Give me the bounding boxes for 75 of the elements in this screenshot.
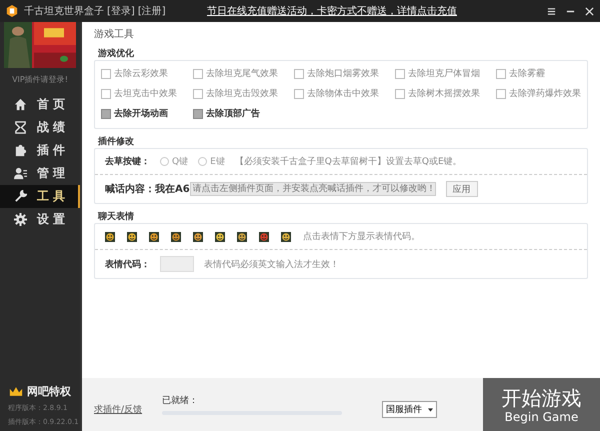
group-title: 游戏优化 bbox=[98, 49, 134, 59]
checkbox[interactable] bbox=[294, 68, 304, 78]
shout-prefix: 我在A6 bbox=[155, 182, 190, 196]
checkbox[interactable] bbox=[101, 108, 111, 118]
apply-button[interactable]: 应用 bbox=[446, 181, 478, 197]
caret-icon bbox=[428, 408, 434, 412]
puzzle-icon bbox=[14, 144, 27, 157]
nav-item[interactable]: 工 具 bbox=[0, 185, 80, 208]
grass-note: 【必须安装千古盒子里Q去草留树干】设置去草Q或E键。 bbox=[234, 156, 462, 168]
checkbox-option[interactable]: 去除物体击中效果 bbox=[294, 87, 379, 100]
shout-label: 喊话内容： bbox=[105, 182, 155, 196]
emoticon-icon[interactable] bbox=[127, 232, 137, 242]
emoticon-icon[interactable] bbox=[171, 232, 181, 242]
status-label: 已就绪： bbox=[162, 394, 200, 407]
menu-icon[interactable] bbox=[547, 6, 556, 16]
gear-icon bbox=[14, 213, 27, 226]
emoticon-icon[interactable] bbox=[215, 232, 225, 242]
emote-code-label: 表情代码： bbox=[105, 258, 150, 270]
vip-login-hint: VIP插件请登录! bbox=[12, 74, 68, 85]
group-title: 插件修改 bbox=[98, 137, 134, 147]
checkbox[interactable] bbox=[101, 88, 111, 98]
nav-item[interactable]: 战 绩 bbox=[0, 116, 80, 139]
radio-button[interactable] bbox=[160, 157, 169, 166]
emote-code-hint: 表情代码必须英文输入法才生效！ bbox=[204, 258, 339, 270]
checkbox-option[interactable]: 去除开场动画 bbox=[101, 107, 177, 120]
grass-key-label: 去草按键： bbox=[105, 155, 150, 168]
emoticon-icon[interactable] bbox=[237, 232, 247, 242]
checkbox-option[interactable]: 去除弹药爆炸效果 bbox=[496, 87, 581, 100]
emoticon-icon[interactable] bbox=[193, 232, 203, 242]
checkbox[interactable] bbox=[193, 88, 203, 98]
hourglass-icon bbox=[14, 121, 27, 134]
checkbox-option[interactable]: 去除云彩效果 bbox=[101, 67, 177, 80]
checkbox-option[interactable]: 去除顶部广告 bbox=[193, 107, 278, 120]
page-title: 游戏工具 bbox=[94, 28, 135, 41]
checkbox[interactable] bbox=[395, 68, 405, 78]
checkbox[interactable] bbox=[193, 108, 203, 118]
checkbox-option[interactable]: 去除坦克击毁效果 bbox=[193, 87, 278, 100]
emoticon-icon[interactable] bbox=[259, 232, 269, 242]
nav-item[interactable]: 首 页 bbox=[0, 93, 80, 116]
emote-code-field[interactable] bbox=[160, 256, 194, 272]
checkbox[interactable] bbox=[395, 88, 405, 98]
nav-item[interactable]: 插 件 bbox=[0, 139, 80, 162]
checkbox-option[interactable]: 去除树木摇摆效果 bbox=[395, 87, 480, 100]
checkbox-option[interactable]: 去除雾霾 bbox=[496, 67, 581, 80]
begin-game-button[interactable]: 开始游戏 Begin Game bbox=[483, 378, 600, 431]
checkbox[interactable] bbox=[496, 88, 506, 98]
crown-icon bbox=[9, 386, 23, 397]
checkbox-option[interactable]: 去除炮口烟雾效果 bbox=[294, 67, 379, 80]
checkbox-option[interactable]: 去坦克击中效果 bbox=[101, 87, 177, 100]
home-icon bbox=[14, 98, 27, 111]
emoticon-icon[interactable] bbox=[105, 232, 115, 242]
notice-link[interactable]: 节日在线充值赠送活动，卡密方式不赠送，详情点击充值 bbox=[207, 4, 457, 18]
checkbox[interactable] bbox=[294, 88, 304, 98]
checkbox-option[interactable]: 去除坦克尸体冒烟 bbox=[395, 67, 480, 80]
nav-item[interactable]: 管 理 bbox=[0, 162, 80, 185]
group-title: 聊天表情 bbox=[98, 212, 134, 222]
nav-item[interactable]: 设 置 bbox=[0, 208, 80, 231]
emoticon-icon[interactable] bbox=[281, 232, 291, 242]
vip-label[interactable]: 网吧特权 bbox=[27, 384, 71, 399]
emoticon-icon[interactable] bbox=[149, 232, 159, 242]
app-logo-icon bbox=[6, 5, 18, 17]
feedback-link[interactable]: 求插件/反馈 bbox=[94, 403, 142, 416]
checkbox[interactable] bbox=[101, 68, 111, 78]
emote-hint: 点击表情下方显示表情代码。 bbox=[303, 230, 420, 243]
checkbox[interactable] bbox=[193, 68, 203, 78]
close-icon[interactable] bbox=[585, 6, 594, 16]
radio-button[interactable] bbox=[198, 157, 208, 166]
window-title: 千古坦克世界盒子 bbox=[24, 4, 104, 18]
checkbox-option[interactable]: 去除坦克尾气效果 bbox=[193, 67, 278, 80]
checkbox[interactable] bbox=[496, 68, 506, 78]
register-link[interactable]: [注册] bbox=[138, 4, 166, 18]
server-select[interactable]: 国服插件 bbox=[382, 401, 438, 418]
user-list-icon bbox=[14, 167, 27, 180]
login-link[interactable]: [登录] bbox=[107, 4, 135, 18]
wrench-icon bbox=[14, 190, 27, 203]
